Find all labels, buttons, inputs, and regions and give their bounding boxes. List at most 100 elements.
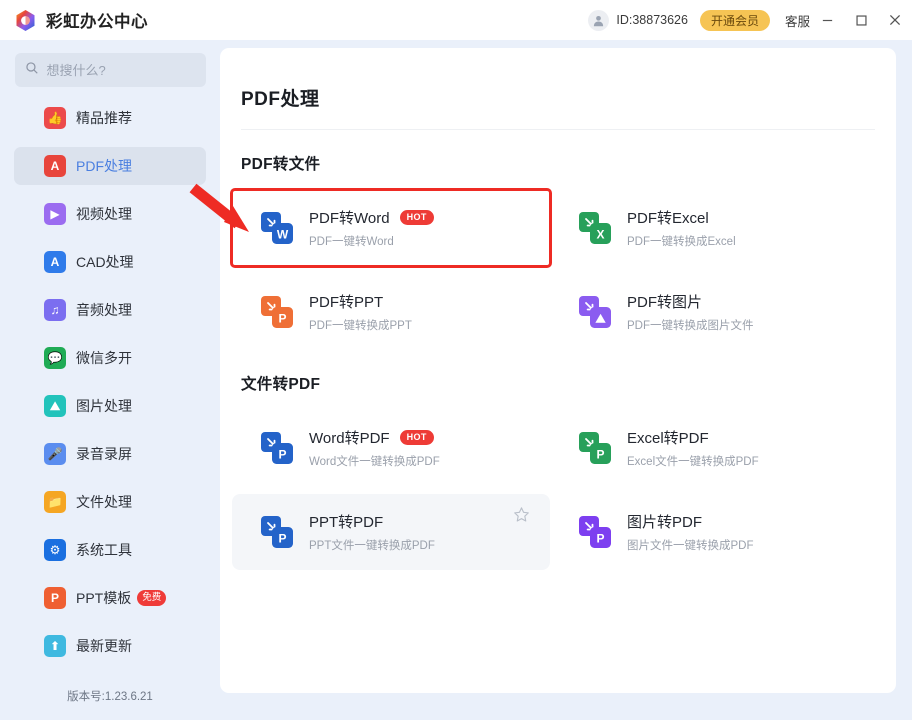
minimize-icon[interactable] — [810, 0, 844, 40]
thumbs-up-icon: 👍 — [44, 107, 66, 129]
svg-text:W: W — [277, 228, 289, 242]
sidebar-item-11[interactable]: ⬆ 最新更新 — [14, 627, 206, 665]
microphone-icon: 🎤 — [44, 443, 66, 465]
sidebar-item-badge: 免费 — [137, 590, 167, 606]
app-title: 彩虹办公中心 — [46, 13, 148, 31]
maximize-icon[interactable] — [844, 0, 878, 40]
rainbow-hexagon-logo-icon — [14, 9, 37, 32]
card-subtitle: Word文件一键转换成PDF — [309, 456, 440, 468]
tool-card[interactable]: P PDF转PPT PDF一键转换成PPT — [232, 274, 550, 350]
hot-badge: HOT — [399, 209, 434, 226]
tool-card[interactable]: ⛰ PDF转图片 PDF一键转换成图片文件 — [550, 274, 868, 350]
cad-icon: A — [44, 251, 66, 273]
card-title: PDF转Word — [309, 210, 390, 227]
sidebar-item-label: 系统工具 — [76, 542, 132, 558]
tool-card[interactable]: P Excel转PDF Excel文件一键转换成PDF — [550, 410, 868, 486]
card-subtitle: PDF一键转换成图片文件 — [627, 320, 754, 332]
customer-support-link[interactable]: 客服 — [785, 11, 810, 30]
folder-icon: 📁 — [44, 491, 66, 513]
card-title: PDF转Excel — [627, 210, 709, 227]
sidebar-item-label: 音频处理 — [76, 302, 132, 318]
card-title-row: PPT转PDF — [309, 511, 435, 532]
tool-card[interactable]: P Word转PDF HOT Word文件一键转换成PDF — [232, 410, 550, 486]
search-box[interactable] — [14, 53, 206, 87]
close-icon[interactable] — [878, 0, 912, 40]
content-panel: PDF处理 PDF转文件 W PDF转Word HOT PDF一键转Word X PDF转E… — [220, 48, 896, 693]
title-bar: 彩虹办公中心 ID:38873626 开通会员 客服 — [0, 0, 912, 40]
tool-card[interactable]: W PDF转Word HOT PDF一键转Word — [230, 188, 552, 268]
upload-arrow-icon: ⬆ — [44, 635, 66, 657]
svg-text:P: P — [596, 448, 604, 462]
word-to-pdf-icon: P — [260, 431, 294, 465]
pdf-to-ppt-icon: P — [260, 295, 294, 329]
sidebar-item-label: 最新更新 — [76, 638, 132, 654]
card-text-block: PDF转Word HOT PDF一键转Word — [309, 207, 434, 249]
sidebar-item-label: 微信多开 — [76, 350, 132, 366]
sections-container: PDF转文件 W PDF转Word HOT PDF一键转Word X PDF转Excel PD… — [220, 152, 896, 570]
sidebar-item-2[interactable]: ▶ 视频处理 — [14, 195, 206, 233]
svg-text:⛰: ⛰ — [594, 312, 606, 326]
tool-card[interactable]: P PPT转PDF PPT文件一键转换成PDF — [232, 494, 550, 570]
favorite-star-icon[interactable] — [513, 506, 530, 528]
card-text-block: Word转PDF HOT Word文件一键转换成PDF — [309, 427, 440, 469]
sidebar-item-10[interactable]: P PPT模板 免费 — [14, 579, 206, 617]
hot-badge: HOT — [399, 429, 434, 446]
card-title-row: 图片转PDF — [627, 511, 754, 532]
svg-text:P: P — [278, 532, 286, 546]
card-subtitle: PDF一键转换成Excel — [627, 236, 736, 248]
card-text-block: PPT转PDF PPT文件一键转换成PDF — [309, 511, 435, 553]
card-text-block: PDF转Excel PDF一键转换成Excel — [627, 207, 736, 249]
svg-text:P: P — [596, 532, 604, 546]
card-title-row: PDF转图片 — [627, 291, 754, 312]
excel-to-pdf-icon: P — [578, 431, 612, 465]
section-heading: PDF转文件 — [241, 156, 321, 173]
sidebar-item-6[interactable]: ⛰ 图片处理 — [14, 387, 206, 425]
sidebar-item-label: 图片处理 — [76, 398, 132, 414]
svg-text:X: X — [596, 228, 604, 242]
sidebar-item-0[interactable]: 👍 精品推荐 — [14, 99, 206, 137]
card-title: PPT转PDF — [309, 514, 384, 531]
sidebar-item-label: 视频处理 — [76, 206, 132, 222]
sidebar-item-7[interactable]: 🎤 录音录屏 — [14, 435, 206, 473]
ppt-icon: P — [44, 587, 66, 609]
sidebar-item-label: 录音录屏 — [76, 446, 132, 462]
card-grid: W PDF转Word HOT PDF一键转Word X PDF转Excel PDF一键转换成… — [230, 182, 888, 350]
search-input[interactable] — [46, 62, 187, 78]
titlebar-right-controls: ID:38873626 开通会员 客服 — [588, 0, 912, 40]
card-title: PDF转图片 — [627, 294, 703, 311]
app-brand: 彩虹办公中心 — [14, 8, 148, 32]
sidebar-item-label: CAD处理 — [76, 254, 134, 270]
sidebar-item-3[interactable]: A CAD处理 — [14, 243, 206, 281]
sidebar-item-8[interactable]: 📁 文件处理 — [14, 483, 206, 521]
card-subtitle: PDF一键转换成PPT — [309, 320, 412, 332]
music-note-icon: ♫ — [44, 299, 66, 321]
sidebar-nav: 👍 精品推荐 A PDF处理 ▶ 视频处理 A CAD处理 ♫ 音频处理 💬 微信多开 ⛰ 图片处理 🎤 录音… — [0, 99, 220, 665]
image-icon: ⛰ — [44, 395, 66, 417]
application-window: 彩虹办公中心 ID:38873626 开通会员 客服 想搜什么? 👍 精品推荐 … — [0, 0, 912, 720]
wechat-icon: 💬 — [44, 347, 66, 369]
card-text-block: Excel转PDF Excel文件一键转换成PDF — [627, 427, 759, 469]
card-text-block: PDF转图片 PDF一键转换成图片文件 — [627, 291, 754, 333]
card-subtitle: Excel文件一键转换成PDF — [627, 456, 759, 468]
pdf-icon: A — [44, 155, 66, 177]
sidebar-item-5[interactable]: 💬 微信多开 — [14, 339, 206, 377]
card-subtitle: 图片文件一键转换成PDF — [627, 540, 754, 552]
sidebar-item-9[interactable]: ⚙ 系统工具 — [14, 531, 206, 569]
card-subtitle: PDF一键转Word — [309, 236, 394, 248]
open-membership-button[interactable]: 开通会员 — [699, 9, 770, 31]
ppt-to-pdf-icon: P — [260, 515, 294, 549]
tool-card[interactable]: P 图片转PDF 图片文件一键转换成PDF — [550, 494, 868, 570]
tool-card[interactable]: X PDF转Excel PDF一键转换成Excel — [550, 190, 868, 266]
sidebar-item-1[interactable]: A PDF处理 — [14, 147, 206, 185]
card-title-row: PDF转PPT — [309, 291, 412, 312]
sidebar: 👍 精品推荐 A PDF处理 ▶ 视频处理 A CAD处理 ♫ 音频处理 💬 微信多开 ⛰ 图片处理 🎤 录音… — [0, 40, 220, 720]
version-label: 版本号:1.23.6.21 — [67, 691, 153, 703]
card-grid: P Word转PDF HOT Word文件一键转换成PDF P Excel转PDF Exce… — [232, 402, 888, 570]
video-play-icon: ▶ — [44, 203, 66, 225]
pdf-to-image-icon: ⛰ — [578, 295, 612, 329]
svg-text:P: P — [278, 312, 286, 326]
sidebar-item-4[interactable]: ♫ 音频处理 — [14, 291, 206, 329]
sidebar-item-label: PPT模板 — [76, 590, 132, 606]
user-avatar-icon[interactable] — [588, 9, 610, 31]
search-icon — [25, 61, 39, 80]
